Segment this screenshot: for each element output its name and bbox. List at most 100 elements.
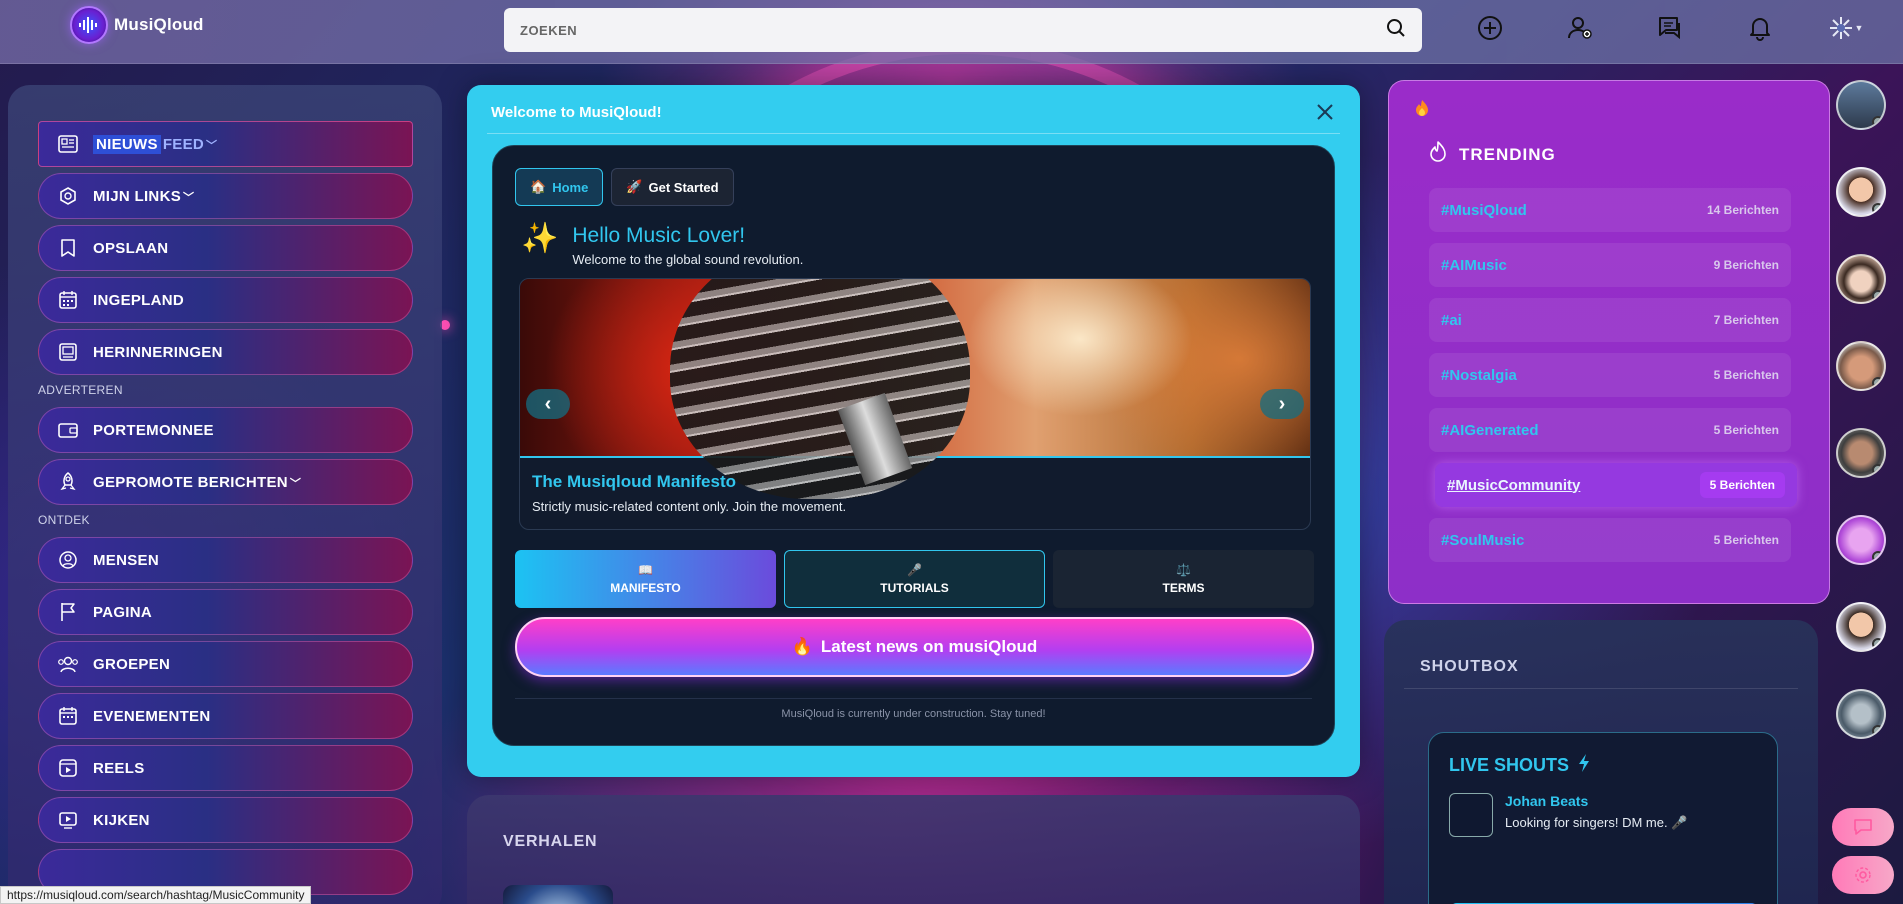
latest-news-button[interactable]: 🔥 Latest news on musiQloud xyxy=(515,617,1314,677)
carousel-prev-button[interactable]: ‹ xyxy=(526,389,570,419)
hashtag-link[interactable]: #MusicCommunity xyxy=(1447,477,1580,494)
settings-button[interactable] xyxy=(1832,856,1894,894)
avatar[interactable] xyxy=(1836,602,1886,652)
sidebar-item-reels[interactable]: REELS xyxy=(38,745,413,791)
trending-item[interactable]: #AIMusic 9 Berichten xyxy=(1429,243,1791,287)
modal-divider xyxy=(487,133,1340,134)
rocket-icon xyxy=(57,471,79,493)
manifesto-carousel: ‹ › The Musiqloud Manifesto Strictly mus… xyxy=(519,278,1311,530)
sidebar-item-label: GROEPEN xyxy=(93,655,171,673)
avatar[interactable] xyxy=(1836,80,1886,130)
avatar[interactable] xyxy=(1836,167,1886,217)
chat-bubble-icon xyxy=(1854,819,1872,835)
live-shouts-card: LIVE SHOUTS Johan Beats Looking for sing… xyxy=(1428,732,1778,904)
hello-section: ✨ Hello Music Lover! Welcome to the glob… xyxy=(521,224,804,268)
trending-item-hovered[interactable]: #MusicCommunity 5 Berichten xyxy=(1435,463,1797,507)
rocket-icon: 🚀 xyxy=(626,179,643,194)
slide-title: The Musiqloud Manifesto xyxy=(532,472,736,491)
shoutbox-panel: SHOUTBOX LIVE SHOUTS Johan Beats Looking… xyxy=(1384,620,1818,904)
hashtag-link[interactable]: #MusiQloud xyxy=(1441,202,1527,219)
search-icon[interactable] xyxy=(1386,18,1406,43)
gear-icon xyxy=(1855,867,1871,883)
trending-list: #MusiQloud 14 Berichten #AIMusic 9 Bericht… xyxy=(1429,188,1797,573)
add-friend-icon[interactable] xyxy=(1566,14,1594,42)
hello-subtitle: Welcome to the global sound revolution. xyxy=(572,252,804,267)
avatar[interactable] xyxy=(1449,793,1493,837)
reels-icon xyxy=(57,757,79,779)
tutorials-button[interactable]: 🎤 TUTORIALS xyxy=(784,550,1045,608)
groups-icon xyxy=(57,653,79,675)
hashtag-link[interactable]: #Nostalgia xyxy=(1441,367,1517,384)
status-url: https://musiqloud.com/search/hashtag/Mus… xyxy=(0,886,312,904)
trending-item[interactable]: #MusiQloud 14 Berichten xyxy=(1429,188,1791,232)
trending-item[interactable]: #Nostalgia 5 Berichten xyxy=(1429,353,1791,397)
hashtag-link[interactable]: #SoulMusic xyxy=(1441,532,1524,549)
sidebar-item-scheduled[interactable]: INGEPLAND xyxy=(38,277,413,323)
close-icon[interactable] xyxy=(1312,99,1338,125)
messages-icon[interactable] xyxy=(1656,14,1684,42)
manifesto-button[interactable]: 📖 MANIFESTO xyxy=(515,550,776,608)
sidebar-item-news-feed[interactable]: NIEUWS FEED ﹀ xyxy=(38,121,413,167)
post-count: 5 Berichten xyxy=(1713,423,1779,437)
trending-item[interactable]: #ai 7 Berichten xyxy=(1429,298,1791,342)
section-title-discover: ONTDEK xyxy=(38,513,90,527)
create-post-icon[interactable] xyxy=(1476,14,1504,42)
avatar[interactable] xyxy=(1836,428,1886,478)
search-bar[interactable] xyxy=(504,8,1422,52)
tab-home[interactable]: 🏠 Home xyxy=(515,168,604,206)
hashtag-link[interactable]: #ai xyxy=(1441,312,1462,329)
shoutbox-divider xyxy=(1404,688,1798,689)
post-count: 5 Berichten xyxy=(1713,368,1779,382)
button-label: Latest news on musiQloud xyxy=(820,637,1038,656)
sidebar-item-saved[interactable]: OPSLAAN xyxy=(38,225,413,271)
notifications-icon[interactable] xyxy=(1746,14,1774,42)
sidebar-item-page[interactable]: PAGINA xyxy=(38,589,413,635)
avatar[interactable] xyxy=(1836,254,1886,304)
sidebar-item-people[interactable]: MENSEN xyxy=(38,537,413,583)
status-dot xyxy=(1872,377,1884,389)
trending-item[interactable]: #AIGenerated 5 Berichten xyxy=(1429,408,1791,452)
microphone-grille xyxy=(670,279,970,499)
avatar[interactable] xyxy=(1836,515,1886,565)
post-count: 14 Berichten xyxy=(1706,203,1779,217)
sidebar-item-wallet[interactable]: PORTEMONNEE xyxy=(38,407,413,453)
trending-item[interactable]: #SoulMusic 5 Berichten xyxy=(1429,518,1791,562)
story-thumbnail[interactable] xyxy=(503,885,613,904)
tab-get-started[interactable]: 🚀 Get Started xyxy=(611,168,734,206)
post-count: 5 Berichten xyxy=(1699,472,1785,498)
stories-title: VERHALEN xyxy=(503,833,598,850)
avatar[interactable] xyxy=(1836,689,1886,739)
hashtag-link[interactable]: #AIMusic xyxy=(1441,257,1507,274)
sidebar-item-watch[interactable]: KIJKEN xyxy=(38,797,413,843)
status-dot xyxy=(1872,464,1884,476)
logo[interactable]: MusiQloud xyxy=(70,6,204,44)
sidebar-item-my-links[interactable]: MIJN LINKS ﹀ xyxy=(38,173,413,219)
sidebar-item-promoted-posts[interactable]: GEPROMOTE BERICHTEN ﹀ xyxy=(38,459,413,505)
sidebar-item-label: GEPROMOTE BERICHTEN ﹀ xyxy=(93,473,302,491)
memories-icon xyxy=(57,341,79,363)
modal-tabs: 🏠 Home 🚀 Get Started xyxy=(515,168,734,206)
hashtag-link[interactable]: #AIGenerated xyxy=(1441,422,1539,439)
sidebar-item-memories[interactable]: HERINNERINGEN xyxy=(38,329,413,375)
chevron-down-icon: ﹀ xyxy=(183,191,195,204)
newspaper-icon xyxy=(57,133,79,155)
avatar[interactable] xyxy=(1836,341,1886,391)
shout-message: Looking for singers! DM me. 🎤 xyxy=(1505,815,1688,830)
terms-button[interactable]: ⚖️ TERMS xyxy=(1053,550,1314,608)
home-icon: 🏠 xyxy=(530,179,547,194)
section-title-advertise: ADVERTEREN xyxy=(38,383,123,397)
shout-author[interactable]: Johan Beats xyxy=(1505,793,1588,809)
chevron-down-icon: ▼ xyxy=(1854,23,1864,33)
chat-button[interactable] xyxy=(1832,808,1894,846)
carousel-next-button[interactable]: › xyxy=(1260,389,1304,419)
sidebar-item-events[interactable]: EVENEMENTEN xyxy=(38,693,413,739)
user-menu[interactable]: ▼ xyxy=(1826,14,1866,42)
sidebar-item-groups[interactable]: GROEPEN xyxy=(38,641,413,687)
construction-notice: MusiQloud is currently under constructio… xyxy=(781,708,1046,720)
microphone-icon: 🎤 xyxy=(907,563,922,577)
search-input[interactable] xyxy=(520,22,1386,38)
post-count: 5 Berichten xyxy=(1713,533,1779,547)
sidebar-item-label: PAGINA xyxy=(93,603,153,621)
top-bar: MusiQloud ▼ xyxy=(0,0,1903,64)
status-dot xyxy=(1872,116,1884,128)
